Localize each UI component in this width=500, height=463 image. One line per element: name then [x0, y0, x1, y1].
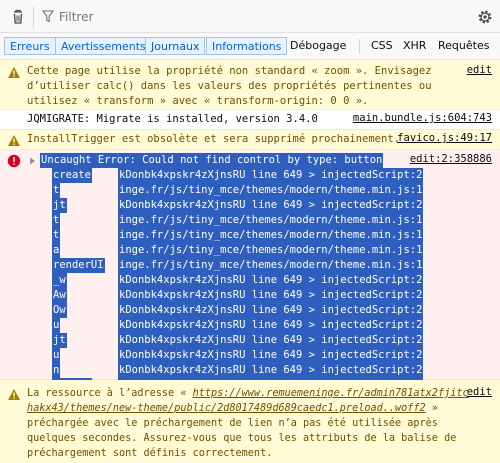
tab-xhr[interactable]: XHR — [403, 37, 426, 55]
stack-frame[interactable]: jt kDonbk4xpskr4zXjnsRU line 649 > inject… — [52, 333, 424, 348]
filter-bar: Erreurs Avertissements Journaux Informat… — [0, 33, 500, 60]
stack-frame[interactable]: u kDonbk4xpskr4zXjnsRU line 649 > injecte… — [52, 348, 424, 363]
stack-frame[interactable]: n kDonbk4xpskr4zXjnsRU line 649 > injecte… — [52, 363, 424, 378]
tab-warnings[interactable]: Avertissements — [55, 37, 152, 55]
resource-url-link-cont[interactable]: hakx43/themes/new-theme/public/2d8017489… — [27, 403, 426, 414]
warning-icon — [8, 135, 20, 146]
stack-frame-location[interactable]: kDonbk4xpskr4zXjnsRU line 649 > injected… — [118, 273, 424, 288]
stack-frame-location[interactable]: kDonbk4xpskr4zXjnsRU line 649 > injected… — [118, 348, 424, 363]
stack-frame[interactable]: t inge.fr/js/tiny_mce/themes/modern/theme… — [52, 183, 424, 198]
stack-frame-function: _w — [52, 273, 67, 288]
expand-arrow-icon[interactable] — [29, 157, 36, 165]
warning-icon — [8, 67, 20, 78]
stack-frame-location[interactable]: kDonbk4xpskr4zXjnsRU line 649 > injected… — [118, 318, 424, 333]
warning-icon — [8, 389, 20, 400]
preload-warning-message: La ressource à l’adresse « https://www.r… — [0, 380, 500, 463]
tab-errors[interactable]: Erreurs — [4, 37, 56, 55]
trash-icon[interactable] — [9, 8, 27, 26]
message-source-link[interactable]: edit:2:358886 — [410, 153, 492, 165]
stack-frame-location[interactable]: kDonbk4xpskr4zXjnsRU line 649 > injected… — [118, 168, 424, 183]
error-text[interactable]: Uncaught Error: Could not find control b… — [40, 153, 384, 168]
resource-url-link[interactable]: https://www.remuemeninge.fr/admin781atx2… — [193, 388, 469, 399]
stack-frame-function: a — [52, 243, 61, 258]
filter-divider — [359, 39, 360, 54]
filter-input[interactable] — [59, 7, 439, 26]
stack-frame[interactable]: u kDonbk4xpskr4zXjnsRU line 649 > injecte… — [52, 318, 424, 333]
stack-frame[interactable]: jt kDonbk4xpskr4zXjnsRU line 649 > inject… — [52, 198, 424, 213]
stack-frame-function: t — [52, 228, 61, 243]
console-toolbar — [0, 0, 500, 33]
stack-frame-function: u — [52, 318, 61, 333]
stack-frame-location[interactable]: inge.fr/js/tiny_mce/themes/modern/theme.… — [118, 243, 424, 258]
warning-text: Cette page utilise la propriété non stan… — [27, 65, 432, 107]
tab-info[interactable]: Informations — [206, 37, 288, 55]
message-source-link[interactable]: edit — [467, 64, 492, 76]
stack-frame-function: jt — [52, 333, 67, 348]
tab-debug[interactable]: Débogage — [290, 37, 346, 55]
stack-frame-location[interactable]: kDonbk4xpskr4zXjnsRU line 649 > injected… — [118, 303, 424, 318]
stack-frame-location[interactable]: kDonbk4xpskr4zXjnsRU line 649 > injected… — [118, 363, 424, 378]
stack-frame[interactable]: Aw kDonbk4xpskr4zXjnsRU line 649 > inject… — [52, 288, 424, 303]
jqmigrate-log-message: JQMIGRATE: Migrate is installed, version… — [0, 110, 500, 130]
stack-frame-function: renderUI — [52, 258, 105, 273]
stack-frame[interactable]: _w kDonbk4xpskr4zXjnsRU line 649 > inject… — [52, 273, 424, 288]
stack-frame[interactable]: t inge.fr/js/tiny_mce/themes/modern/theme… — [52, 213, 424, 228]
warning-text: InstallTrigger est obsolète et sera supp… — [27, 133, 400, 145]
stack-frame[interactable]: t inge.fr/js/tiny_mce/themes/modern/theme… — [52, 228, 424, 243]
stack-frame-function: u — [52, 348, 61, 363]
stack-frame-location[interactable]: kDonbk4xpskr4zXjnsRU line 649 > injected… — [118, 288, 424, 303]
message-source-link[interactable]: favico.js:49:17 — [397, 132, 492, 144]
stack-frame[interactable]: create kDonbk4xpskr4zXjnsRU line 649 > in… — [52, 168, 424, 183]
stack-frame-function: Ow — [52, 303, 67, 318]
stack-frame-location[interactable]: kDonbk4xpskr4zXjnsRU line 649 > injected… — [118, 333, 424, 348]
stack-frame-location[interactable]: inge.fr/js/tiny_mce/themes/modern/theme.… — [118, 183, 424, 198]
stack-frame-function: jt — [52, 198, 67, 213]
error-icon — [7, 154, 21, 168]
stack-trace: create kDonbk4xpskr4zXjnsRU line 649 > in… — [52, 168, 424, 393]
stack-frame-location[interactable]: inge.fr/js/tiny_mce/themes/modern/theme.… — [118, 228, 424, 243]
stack-frame-location[interactable]: kDonbk4xpskr4zXjnsRU line 649 > injected… — [118, 198, 424, 213]
stack-frame-function: t — [52, 213, 61, 228]
stack-frame-location[interactable]: inge.fr/js/tiny_mce/themes/modern/theme.… — [118, 258, 424, 273]
stack-frame[interactable]: a inge.fr/js/tiny_mce/themes/modern/theme… — [52, 243, 424, 258]
stack-frame[interactable]: renderUI inge.fr/js/tiny_mce/themes/moder… — [52, 258, 424, 273]
tab-requests[interactable]: Requêtes — [438, 37, 489, 55]
zoom-warning-message: Cette page utilise la propriété non stan… — [0, 60, 500, 110]
installtrigger-warning-message: InstallTrigger est obsolète et sera supp… — [0, 130, 500, 150]
message-source-link[interactable]: main.bundle.js:604:743 — [353, 112, 492, 124]
stack-frame-location[interactable]: inge.fr/js/tiny_mce/themes/modern/theme.… — [118, 213, 424, 228]
tab-logs[interactable]: Journaux — [145, 37, 206, 55]
gear-icon[interactable] — [476, 8, 494, 26]
stack-frame-function: t — [52, 183, 61, 198]
message-source-link[interactable]: edit — [467, 386, 492, 398]
log-text: JQMIGRATE: Migrate is installed, version… — [27, 113, 318, 125]
stack-frame-function: n — [52, 363, 61, 378]
stack-frame-function: Aw — [52, 288, 67, 303]
filter-icon — [42, 10, 54, 23]
toolbar-divider — [33, 6, 34, 28]
warning-text: La ressource à l’adresse « https://www.r… — [27, 388, 469, 459]
stack-frame[interactable]: Ow kDonbk4xpskr4zXjnsRU line 649 > inject… — [52, 303, 424, 318]
stack-frame-function: create — [52, 168, 92, 183]
tab-css[interactable]: CSS — [371, 37, 393, 55]
